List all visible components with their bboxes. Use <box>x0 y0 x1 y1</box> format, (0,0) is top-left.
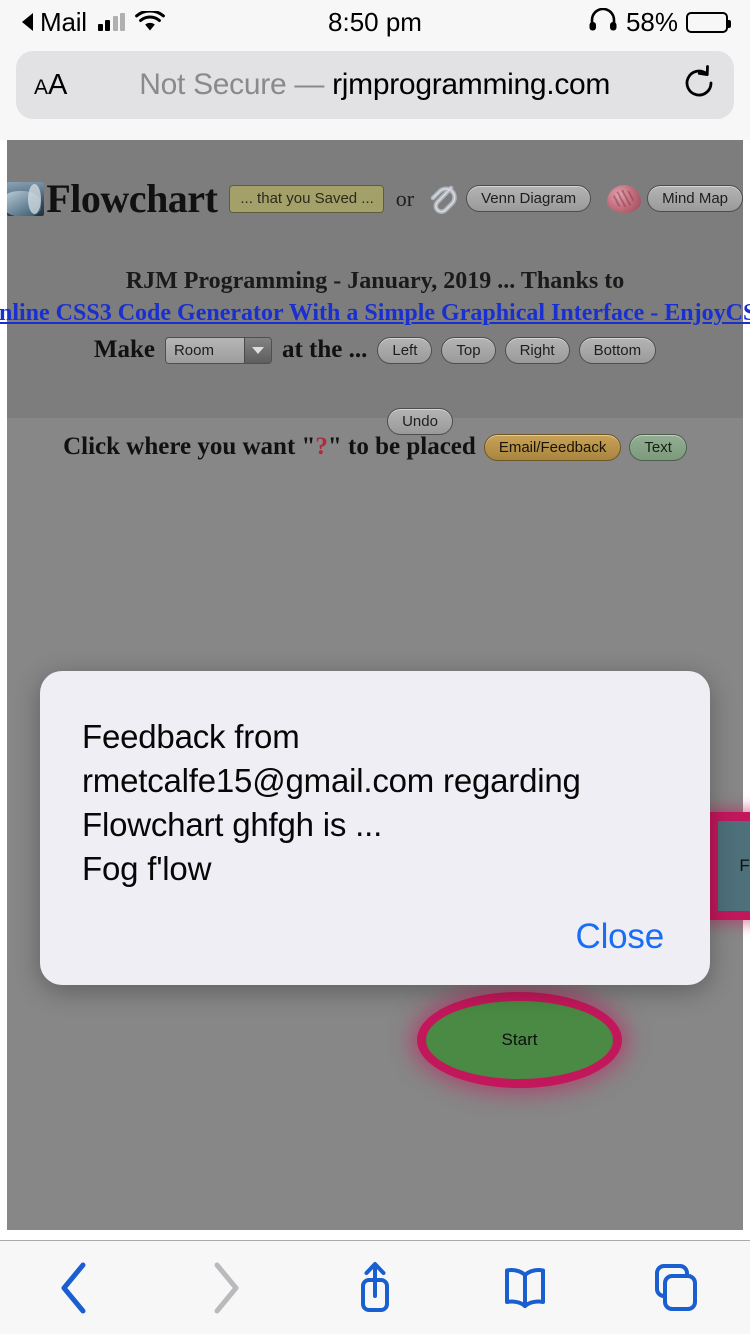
shape-type-select[interactable]: Room <box>164 336 272 364</box>
page-title: Flowchart <box>46 176 218 221</box>
shape-type-value: Room <box>165 337 244 363</box>
enjoycss-link[interactable]: Online CSS3 Code Generator With a Simple… <box>0 300 750 327</box>
close-button[interactable]: Close <box>576 917 665 957</box>
security-label: Not Secure <box>139 68 287 101</box>
chevron-left-icon <box>61 1262 86 1313</box>
back-app-label[interactable]: Mail <box>40 7 87 38</box>
click-prompt-mark: ? <box>315 433 328 460</box>
or-label: or <box>395 185 415 211</box>
direction-top-button[interactable]: Top <box>441 336 496 364</box>
address-bar[interactable]: AA Not Secure — rjmprogramming.com <box>16 51 734 119</box>
undo-button[interactable]: Undo <box>387 408 453 435</box>
status-bar-right: 58% <box>588 6 731 38</box>
tabs-icon <box>655 1263 697 1311</box>
make-shape-row: Make Room at the ... Left Top Right Bott… <box>7 336 743 364</box>
brain-icon <box>607 184 642 213</box>
clock-label: 8:50 pm <box>328 6 422 37</box>
canvas-shape-fgg[interactable]: Fgg <box>709 812 750 920</box>
chevron-down-icon[interactable] <box>243 337 271 363</box>
web-content[interactable]: Flowchart ... that you Saved ... or Venn… <box>0 140 750 1240</box>
page-title-row: Flowchart ... that you Saved ... or Venn… <box>7 175 743 222</box>
saved-flowchart-value: ... that you Saved ... <box>230 185 383 212</box>
canvas-shape-start[interactable]: Start <box>417 992 622 1088</box>
modal-message: Feedback from rmetcalfe15@gmail.com rega… <box>82 715 668 891</box>
nav-back-button[interactable] <box>0 1241 150 1334</box>
saved-flowchart-select[interactable]: ... that you Saved ... <box>229 184 384 213</box>
status-bar-left[interactable]: Mail <box>22 7 166 38</box>
modal-actions: Close <box>82 917 668 985</box>
tabs-button[interactable] <box>600 1241 750 1334</box>
url-domain: rjmprogramming.com <box>332 68 611 101</box>
bookmarks-button[interactable] <box>450 1241 600 1334</box>
paperclip-icon <box>426 179 462 219</box>
modal-line-4: Fog f'low <box>82 849 212 887</box>
url-separator: — <box>286 68 333 101</box>
text-button[interactable]: Text <box>629 433 687 461</box>
modal-line-3: Flowchart ghfgh is ... <box>82 805 383 843</box>
headphones-icon <box>588 7 618 37</box>
wave-thumbnail-icon <box>7 181 45 216</box>
browser-address-bar-container: AA Not Secure — rjmprogramming.com <box>0 44 750 140</box>
credit-link-row: Online CSS3 Code Generator With a Simple… <box>0 300 750 327</box>
direction-right-button[interactable]: Right <box>504 336 570 364</box>
share-icon <box>361 1261 389 1312</box>
email-feedback-button[interactable]: Email/Feedback <box>483 433 622 461</box>
undo-row: Undo <box>7 408 743 435</box>
battery-percent-label: 58% <box>625 6 678 37</box>
click-prompt-pre: Click where you want " <box>63 433 316 460</box>
chevron-right-icon <box>214 1262 239 1313</box>
modal-line-2: rmetcalfe15@gmail.com regarding <box>82 761 581 799</box>
back-triangle-icon[interactable] <box>22 13 33 31</box>
share-button[interactable] <box>300 1241 450 1334</box>
direction-left-button[interactable]: Left <box>377 336 433 364</box>
book-icon <box>505 1267 545 1308</box>
text-size-icon[interactable]: AA <box>34 69 67 102</box>
wifi-icon <box>135 11 166 33</box>
click-prompt-row: Click where you want "?" to be placed Em… <box>7 433 743 461</box>
feedback-modal: Feedback from rmetcalfe15@gmail.com rega… <box>40 671 710 985</box>
make-label: Make <box>93 336 155 363</box>
venn-diagram-button[interactable]: Venn Diagram <box>466 185 592 212</box>
cellular-signal-icon <box>97 13 126 31</box>
nav-forward-button[interactable] <box>150 1241 300 1334</box>
at-the-label: at the ... <box>281 336 368 363</box>
status-bar: Mail 8:50 pm 58% <box>0 0 750 44</box>
credit-label: RJM Programming - January, 2019 ... Than… <box>125 268 625 294</box>
mind-map-button[interactable]: Mind Map <box>647 185 743 212</box>
direction-bottom-button[interactable]: Bottom <box>578 336 657 364</box>
click-prompt-post: " to be placed <box>327 433 476 460</box>
url-label[interactable]: Not Secure — rjmprogramming.com <box>81 68 668 102</box>
battery-icon <box>686 11 731 33</box>
click-prompt-label: Click where you want "?" to be placed <box>63 433 476 461</box>
browser-toolbar <box>0 1240 750 1334</box>
direction-button-group: Left Top Right Bottom <box>377 336 657 364</box>
modal-line-1: Feedback from <box>82 718 300 755</box>
reload-icon[interactable] <box>682 64 716 106</box>
